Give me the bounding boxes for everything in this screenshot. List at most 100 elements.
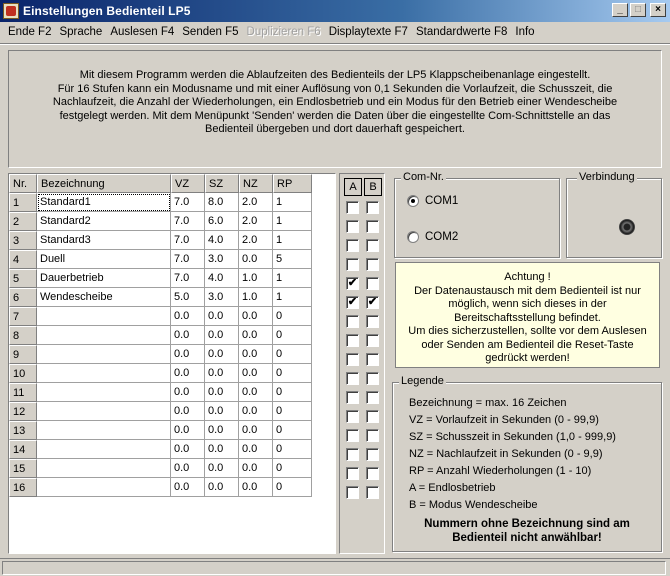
sz-cell[interactable]: 0.0 [205, 440, 239, 459]
checkbox-a[interactable] [346, 220, 359, 233]
name-cell[interactable]: Dauerbetrieb [37, 269, 171, 288]
checkbox-a[interactable] [346, 448, 359, 461]
checkbox-b[interactable] [366, 467, 379, 480]
checkbox-b[interactable] [366, 239, 379, 252]
com1-option[interactable]: COM1 [407, 195, 458, 207]
sz-cell[interactable]: 8.0 [205, 193, 239, 212]
vz-cell[interactable]: 0.0 [171, 383, 205, 402]
checkbox-b[interactable] [366, 277, 379, 290]
sz-cell[interactable]: 0.0 [205, 478, 239, 497]
checkbox-b[interactable] [366, 315, 379, 328]
checkbox-a[interactable] [346, 410, 359, 423]
vz-cell[interactable]: 0.0 [171, 421, 205, 440]
sz-cell[interactable]: 0.0 [205, 326, 239, 345]
rp-cell[interactable]: 0 [273, 478, 312, 497]
nz-cell[interactable]: 2.0 [239, 193, 273, 212]
menu-ende[interactable]: Ende F2 [4, 26, 55, 38]
rp-cell[interactable]: 0 [273, 402, 312, 421]
checkbox-a[interactable] [346, 467, 359, 480]
checkbox-b[interactable] [366, 220, 379, 233]
name-cell[interactable] [37, 440, 171, 459]
rp-cell[interactable]: 1 [273, 231, 312, 250]
table-row[interactable]: 3 Standard3 7.0 4.0 2.0 1 [9, 231, 312, 250]
rp-cell[interactable]: 1 [273, 288, 312, 307]
table-row[interactable]: 15 0.0 0.0 0.0 0 [9, 459, 312, 478]
checkbox-a[interactable] [346, 315, 359, 328]
name-cell[interactable] [37, 402, 171, 421]
checkbox-a[interactable] [346, 334, 359, 347]
sz-cell[interactable]: 4.0 [205, 231, 239, 250]
table-row[interactable]: 13 0.0 0.0 0.0 0 [9, 421, 312, 440]
table-row[interactable]: 4 Duell 7.0 3.0 0.0 5 [9, 250, 312, 269]
nz-cell[interactable]: 0.0 [239, 364, 273, 383]
checkbox-a[interactable] [346, 353, 359, 366]
vz-cell[interactable]: 0.0 [171, 326, 205, 345]
nz-cell[interactable]: 0.0 [239, 440, 273, 459]
sz-cell[interactable]: 3.0 [205, 250, 239, 269]
table-row[interactable]: 6 Wendescheibe 5.0 3.0 1.0 1 [9, 288, 312, 307]
nz-cell[interactable]: 1.0 [239, 288, 273, 307]
rp-cell[interactable]: 1 [273, 269, 312, 288]
sz-cell[interactable]: 0.0 [205, 383, 239, 402]
table-row[interactable]: 2 Standard2 7.0 6.0 2.0 1 [9, 212, 312, 231]
vz-cell[interactable]: 0.0 [171, 478, 205, 497]
rp-cell[interactable]: 0 [273, 421, 312, 440]
menu-standardwerte[interactable]: Standardwerte F8 [412, 26, 511, 38]
vz-cell[interactable]: 0.0 [171, 307, 205, 326]
table-row[interactable]: 11 0.0 0.0 0.0 0 [9, 383, 312, 402]
checkbox-a[interactable] [346, 239, 359, 252]
name-cell[interactable] [37, 459, 171, 478]
maximize-button[interactable]: □ [630, 3, 646, 17]
name-cell[interactable] [37, 478, 171, 497]
name-cell[interactable] [37, 383, 171, 402]
checkbox-b[interactable] [366, 353, 379, 366]
checkbox-b[interactable] [366, 429, 379, 442]
name-cell[interactable]: Duell [37, 250, 171, 269]
nz-cell[interactable]: 0.0 [239, 345, 273, 364]
com2-radio[interactable] [407, 231, 419, 243]
table-row[interactable]: 5 Dauerbetrieb 7.0 4.0 1.0 1 [9, 269, 312, 288]
nz-cell[interactable]: 0.0 [239, 307, 273, 326]
table-row[interactable]: 10 0.0 0.0 0.0 0 [9, 364, 312, 383]
sz-cell[interactable]: 0.0 [205, 421, 239, 440]
vz-cell[interactable]: 0.0 [171, 364, 205, 383]
vz-cell[interactable]: 7.0 [171, 212, 205, 231]
nz-cell[interactable]: 0.0 [239, 421, 273, 440]
nz-cell[interactable]: 2.0 [239, 231, 273, 250]
table-row[interactable]: 12 0.0 0.0 0.0 0 [9, 402, 312, 421]
name-cell[interactable] [37, 345, 171, 364]
rp-cell[interactable]: 5 [273, 250, 312, 269]
nz-cell[interactable]: 0.0 [239, 383, 273, 402]
name-cell[interactable]: Wendescheibe [37, 288, 171, 307]
com1-radio[interactable] [407, 195, 419, 207]
com2-option[interactable]: COM2 [407, 231, 458, 243]
name-cell[interactable]: Standard2 [37, 212, 171, 231]
minimize-button[interactable]: _ [612, 3, 628, 17]
checkbox-a[interactable] [346, 486, 359, 499]
sz-cell[interactable]: 6.0 [205, 212, 239, 231]
nz-cell[interactable]: 0.0 [239, 402, 273, 421]
menu-senden[interactable]: Senden F5 [178, 26, 242, 38]
checkbox-b[interactable] [366, 391, 379, 404]
nz-cell[interactable]: 0.0 [239, 326, 273, 345]
checkbox-b[interactable] [366, 334, 379, 347]
vz-cell[interactable]: 7.0 [171, 193, 205, 212]
checkbox-b[interactable] [366, 258, 379, 271]
vz-cell[interactable]: 0.0 [171, 345, 205, 364]
nz-cell[interactable]: 0.0 [239, 459, 273, 478]
checkbox-a[interactable]: ✔ [346, 277, 359, 290]
name-cell[interactable]: Standard3 [37, 231, 171, 250]
rp-cell[interactable]: 0 [273, 383, 312, 402]
menu-duplizieren[interactable]: Duplizieren F6 [243, 26, 325, 38]
rp-cell[interactable]: 0 [273, 440, 312, 459]
nz-cell[interactable]: 0.0 [239, 478, 273, 497]
table-row[interactable]: 8 0.0 0.0 0.0 0 [9, 326, 312, 345]
sz-cell[interactable]: 3.0 [205, 288, 239, 307]
checkbox-a[interactable] [346, 429, 359, 442]
menu-info[interactable]: Info [511, 26, 538, 38]
name-cell[interactable] [37, 364, 171, 383]
rp-cell[interactable]: 0 [273, 345, 312, 364]
vz-cell[interactable]: 7.0 [171, 269, 205, 288]
nz-cell[interactable]: 1.0 [239, 269, 273, 288]
vz-cell[interactable]: 5.0 [171, 288, 205, 307]
